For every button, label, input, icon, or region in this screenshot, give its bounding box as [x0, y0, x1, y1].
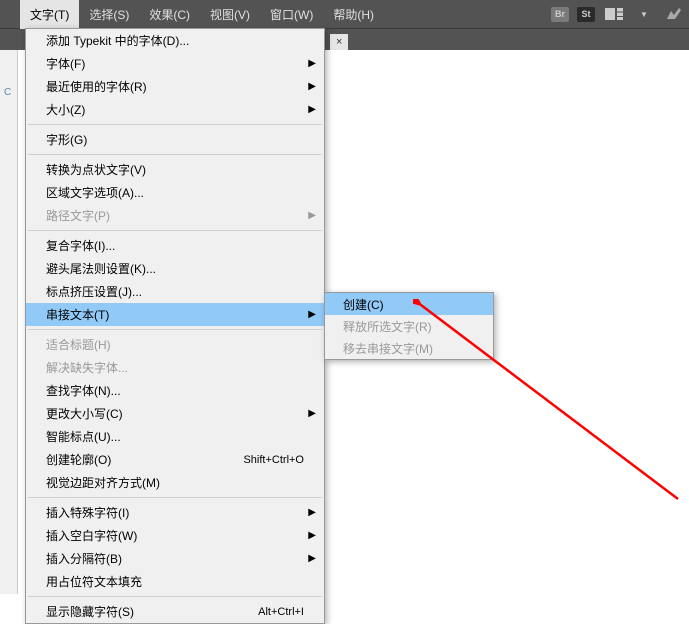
st-icon[interactable]: St [577, 7, 595, 22]
menu-path-text: 路径文字(P)▶ [26, 204, 324, 227]
submenu-create[interactable]: 创建(C) [325, 293, 493, 315]
sidebar-item-c[interactable]: C [0, 85, 17, 100]
menu-change-case[interactable]: 更改大小写(C)▶ [26, 402, 324, 425]
chevron-right-icon: ▶ [308, 553, 316, 564]
menu-show-hidden[interactable]: 显示隐藏字符(S)Alt+Ctrl+I [26, 600, 324, 623]
wing-icon[interactable] [663, 5, 685, 23]
menubar-item-text[interactable]: 文字(T) [20, 0, 79, 29]
menu-separator [28, 497, 322, 498]
br-icon[interactable]: Br [551, 7, 569, 22]
menubar-item-effect[interactable]: 效果(C) [139, 0, 200, 29]
menubar-item-window[interactable]: 窗口(W) [260, 0, 323, 29]
menu-glyphs[interactable]: 字形(G) [26, 128, 324, 151]
menu-add-typekit[interactable]: 添加 Typekit 中的字体(D)... [26, 29, 324, 52]
menu-find-font[interactable]: 查找字体(N)... [26, 379, 324, 402]
menubar-item-help[interactable]: 帮助(H) [323, 0, 384, 29]
threaded-text-submenu: 创建(C) 释放所选文字(R) 移去串接文字(M) [324, 292, 494, 360]
chevron-right-icon: ▶ [308, 530, 316, 541]
chevron-right-icon: ▶ [308, 507, 316, 518]
menu-smart-punctuation[interactable]: 智能标点(U)... [26, 425, 324, 448]
menu-resolve-missing: 解决缺失字体... [26, 356, 324, 379]
menu-mojikumi[interactable]: 标点挤压设置(J)... [26, 280, 324, 303]
menu-recent-fonts[interactable]: 最近使用的字体(R)▶ [26, 75, 324, 98]
submenu-release: 释放所选文字(R) [325, 315, 493, 337]
menu-size[interactable]: 大小(Z)▶ [26, 98, 324, 121]
menu-convert-point[interactable]: 转换为点状文字(V) [26, 158, 324, 181]
menu-optical-margin[interactable]: 视觉边距对齐方式(M) [26, 471, 324, 494]
text-menu-dropdown: 添加 Typekit 中的字体(D)... 字体(F)▶ 最近使用的字体(R)▶… [25, 28, 325, 624]
chevron-right-icon: ▶ [308, 81, 316, 92]
menu-composite-font[interactable]: 复合字体(I)... [26, 234, 324, 257]
menu-separator [28, 329, 322, 330]
menubar-item-select[interactable]: 选择(S) [79, 0, 139, 29]
menu-area-options[interactable]: 区域文字选项(A)... [26, 181, 324, 204]
chevron-down-icon[interactable]: ▼ [633, 5, 655, 23]
menu-fit-headline: 适合标题(H) [26, 333, 324, 356]
sidebar: C [0, 50, 18, 594]
menu-whitespace-chars[interactable]: 插入空白字符(W)▶ [26, 524, 324, 547]
menu-break-chars[interactable]: 插入分隔符(B)▶ [26, 547, 324, 570]
chevron-right-icon: ▶ [308, 309, 316, 320]
menubar-item-view[interactable]: 视图(V) [200, 0, 260, 29]
shortcut-text: Shift+Ctrl+O [243, 454, 304, 466]
shortcut-text: Alt+Ctrl+I [258, 606, 304, 618]
menu-threaded-text[interactable]: 串接文本(T)▶ [26, 303, 324, 326]
chevron-right-icon: ▶ [308, 58, 316, 69]
chevron-right-icon: ▶ [308, 104, 316, 115]
submenu-remove: 移去串接文字(M) [325, 337, 493, 359]
menu-special-chars[interactable]: 插入特殊字符(I)▶ [26, 501, 324, 524]
menu-separator [28, 124, 322, 125]
menu-kinsoku[interactable]: 避头尾法则设置(K)... [26, 257, 324, 280]
menu-create-outlines[interactable]: 创建轮廓(O)Shift+Ctrl+O [26, 448, 324, 471]
menubar: 文字(T) 选择(S) 效果(C) 视图(V) 窗口(W) 帮助(H) Br S… [0, 0, 689, 28]
menu-separator [28, 230, 322, 231]
chevron-right-icon: ▶ [308, 408, 316, 419]
tab-close-button[interactable]: × [330, 34, 348, 50]
chevron-right-icon: ▶ [308, 210, 316, 221]
menu-separator [28, 596, 322, 597]
layout-icon[interactable] [603, 5, 625, 23]
menu-fill-placeholder[interactable]: 用占位符文本填充 [26, 570, 324, 593]
menu-separator [28, 154, 322, 155]
menu-font[interactable]: 字体(F)▶ [26, 52, 324, 75]
